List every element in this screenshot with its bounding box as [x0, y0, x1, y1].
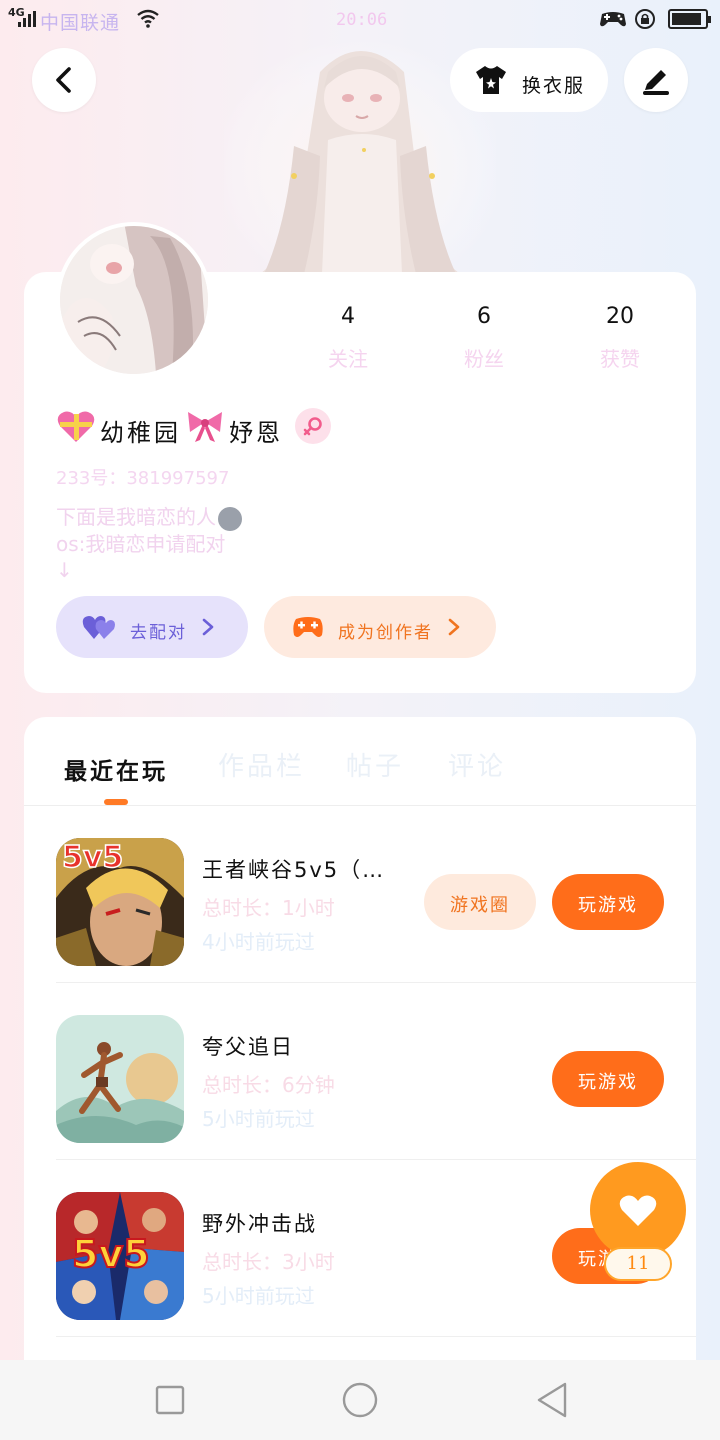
carrier-name: 中国联通 — [40, 12, 121, 34]
play-game-button[interactable]: 玩游戏 — [552, 1051, 664, 1107]
followers-label: 粉丝 — [464, 347, 504, 371]
recent-apps-button[interactable] — [150, 1380, 190, 1420]
game-icon-text: 5v5 — [71, 1231, 151, 1277]
rotation-lock-icon — [635, 9, 655, 29]
double-heart-icon — [82, 616, 115, 639]
likes-count: 20 — [606, 304, 634, 329]
avatar[interactable] — [56, 222, 212, 378]
go-pair-label: 去配对 — [130, 622, 187, 643]
status-bar: 4G 中国联通 20:06 — [0, 0, 720, 40]
bio-line-1: 下面是我暗恋的人 — [56, 505, 216, 529]
pencil-icon — [643, 70, 669, 95]
go-pair-button[interactable]: 去配对 — [56, 596, 248, 658]
back-button[interactable] — [32, 48, 96, 112]
game-last-played: 5小时前玩过 — [202, 1107, 315, 1131]
edit-profile-button[interactable] — [624, 48, 688, 112]
home-button[interactable] — [340, 1380, 380, 1420]
game-duration: 总时长：3小时 — [202, 1250, 335, 1274]
tab-comments[interactable]: 评论 — [448, 746, 506, 783]
username: 幼稚园 — [100, 418, 181, 447]
female-gender-icon — [295, 408, 331, 444]
game-name: 王者峡谷5v5（… — [202, 858, 386, 882]
like-floating-button[interactable] — [590, 1162, 686, 1258]
stat-following[interactable]: 4 关注 — [288, 304, 408, 372]
tab-works[interactable]: 作品栏 — [218, 746, 305, 783]
game-mode-icon — [600, 12, 626, 27]
shirt-icon — [476, 66, 506, 94]
tab-recently-played[interactable]: 最近在玩 — [64, 746, 168, 786]
game-last-played: 5小时前玩过 — [202, 1284, 315, 1308]
game-duration: 总时长：1小时 — [202, 896, 335, 920]
bio-line-3: ↓ — [56, 557, 73, 582]
like-count-badge: 11 — [604, 1247, 672, 1281]
game-row[interactable]: 夸父追日 总时长：6分钟 5小时前玩过 玩游戏 — [24, 983, 696, 1160]
game-icon-text: 5v5 — [61, 839, 124, 876]
circle-icon — [342, 1382, 378, 1418]
chevron-left-icon — [56, 67, 71, 93]
stat-likes[interactable]: 20 获赞 — [560, 304, 680, 372]
become-creator-button[interactable]: 成为创作者 — [264, 596, 496, 658]
game-name: 夸父追日 — [202, 1035, 294, 1059]
tab-posts[interactable]: 帖子 — [346, 746, 404, 783]
heart-gift-icon — [57, 411, 95, 442]
system-nav-bar — [0, 1360, 720, 1440]
game-last-played: 4小时前玩过 — [202, 930, 315, 954]
change-outfit-label: 换衣服 — [522, 74, 586, 97]
game-duration: 总时长：6分钟 — [202, 1073, 335, 1097]
game-icon[interactable] — [56, 1015, 184, 1143]
user-id: 233号：381997597 — [56, 468, 230, 489]
signal-icon — [18, 11, 38, 27]
game-row[interactable]: 5v5 王者峡谷5v5（… 总时长：1小时 4小时前玩过 游戏圈 玩游戏 — [24, 806, 696, 983]
heart-icon — [619, 1195, 657, 1226]
game-name: 野外冲击战 — [202, 1212, 317, 1236]
stat-followers[interactable]: 6 粉丝 — [424, 304, 544, 372]
ribbon-bow-icon — [188, 412, 222, 442]
chevron-right-icon — [448, 618, 460, 636]
game-icon[interactable]: 5v5 — [56, 1192, 184, 1320]
following-count: 4 — [341, 304, 355, 329]
divider — [56, 1336, 696, 1337]
play-game-button[interactable]: 玩游戏 — [552, 874, 664, 930]
become-creator-label: 成为创作者 — [338, 622, 433, 643]
square-icon — [155, 1385, 185, 1415]
game-circle-button[interactable]: 游戏圈 — [424, 874, 536, 930]
gamepad-icon — [293, 617, 323, 637]
triangle-back-icon — [537, 1382, 567, 1418]
following-label: 关注 — [328, 347, 368, 371]
change-outfit-button[interactable]: 换衣服 — [450, 48, 608, 112]
user-bio: 下面是我暗恋的人 os:我暗恋申请配对 ↓ — [56, 504, 242, 583]
bio-line-2: os:我暗恋申请配对 — [56, 531, 226, 556]
face-emoji-icon — [218, 506, 242, 531]
game-icon[interactable]: 5v5 — [56, 838, 184, 966]
username-row: 幼稚园 妤恩 — [56, 404, 331, 448]
followers-count: 6 — [477, 304, 491, 329]
clock: 20:06 — [336, 10, 388, 30]
chevron-right-icon — [202, 618, 214, 636]
wifi-icon — [137, 9, 159, 28]
back-nav-button[interactable] — [532, 1380, 572, 1420]
likes-label: 获赞 — [600, 347, 640, 371]
battery-icon — [668, 9, 711, 29]
username-suffix: 妤恩 — [229, 418, 283, 447]
